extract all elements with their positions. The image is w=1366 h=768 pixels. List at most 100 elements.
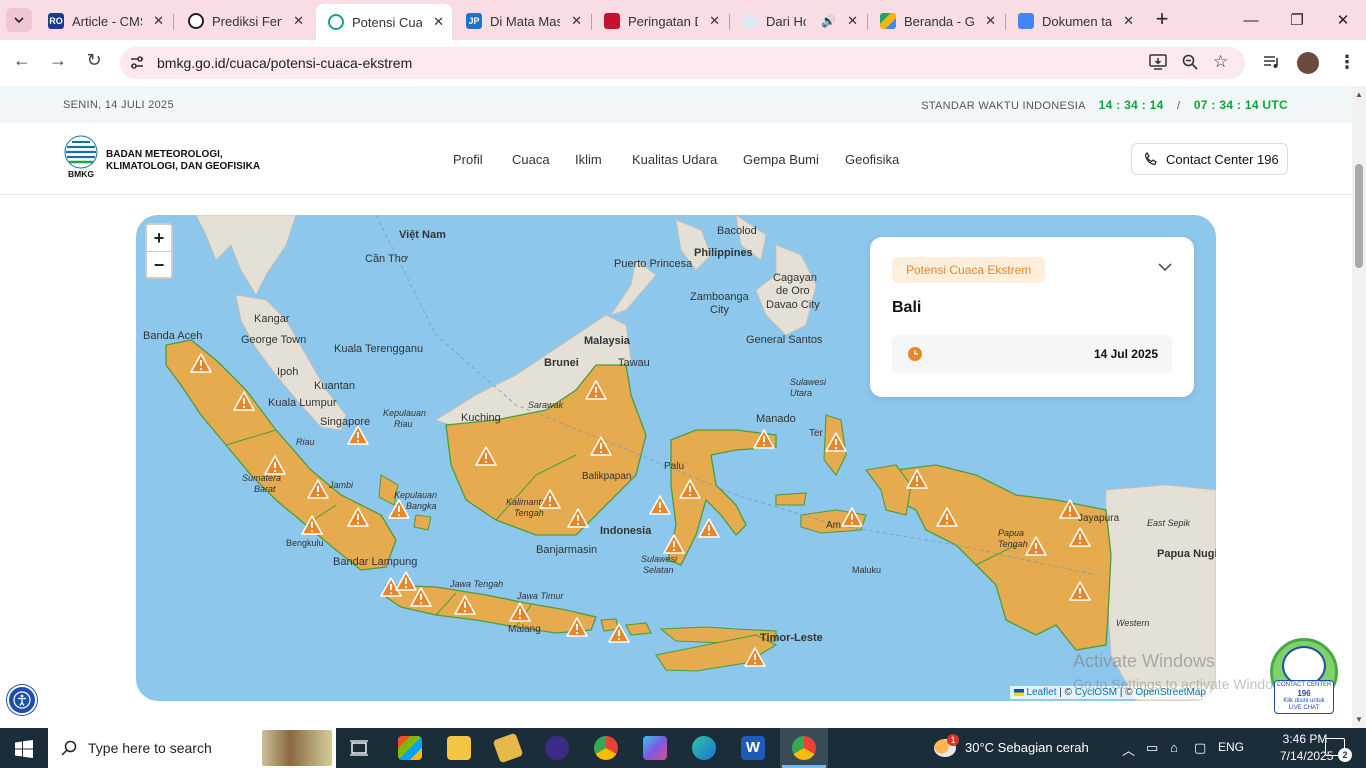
warning-marker-icon[interactable] — [566, 617, 588, 637]
warning-marker-icon[interactable] — [1025, 536, 1047, 556]
edge-icon[interactable] — [692, 736, 716, 760]
tab-close-icon[interactable]: ✕ — [293, 13, 304, 29]
tab-dari-hong[interactable]: Dari Hong 🔊 ✕ — [730, 6, 866, 36]
close-window-button[interactable]: ✕ — [1320, 0, 1366, 40]
nav-profil[interactable]: Profil — [453, 152, 483, 167]
windows-start-icon[interactable] — [15, 740, 33, 758]
m365-icon[interactable] — [643, 736, 667, 760]
minimize-button[interactable]: — — [1228, 0, 1274, 40]
warning-marker-icon[interactable] — [1069, 527, 1091, 547]
warning-marker-icon[interactable] — [388, 499, 410, 519]
warning-marker-icon[interactable] — [567, 508, 589, 528]
nav-iklim[interactable]: Iklim — [575, 152, 602, 167]
warning-marker-icon[interactable] — [649, 495, 671, 515]
warning-marker-icon[interactable] — [509, 602, 531, 622]
zoom-in-button[interactable]: + — [147, 225, 171, 251]
chrome-profile-icon[interactable] — [792, 736, 816, 760]
warning-marker-icon[interactable] — [825, 432, 847, 452]
file-explorer-icon[interactable] — [447, 736, 471, 760]
nav-cuaca[interactable]: Cuaca — [512, 152, 550, 167]
weather-text[interactable]: 30°C Sebagian cerah — [965, 740, 1089, 755]
tab-google-drive[interactable]: Beranda - Google Drive ✕ — [868, 6, 1004, 36]
profile-avatar[interactable] — [1297, 52, 1319, 74]
warning-marker-icon[interactable] — [475, 446, 497, 466]
warning-marker-icon[interactable] — [307, 479, 329, 499]
task-view-icon[interactable] — [350, 740, 368, 756]
taskbar-search[interactable]: Type here to search — [48, 728, 336, 768]
warning-marker-icon[interactable] — [679, 479, 701, 499]
warning-marker-icon[interactable] — [585, 380, 607, 400]
bmkg-logo[interactable]: BMKG — [64, 135, 98, 179]
chevron-up-icon[interactable]: ︿ — [1122, 740, 1135, 759]
tab-close-icon[interactable]: ✕ — [571, 13, 582, 29]
nav-geofisika[interactable]: Geofisika — [845, 152, 899, 167]
restore-button[interactable]: ❐ — [1274, 0, 1320, 40]
warning-marker-icon[interactable] — [590, 436, 612, 456]
tab-close-icon[interactable]: ✕ — [433, 14, 444, 30]
warning-marker-icon[interactable] — [264, 455, 286, 475]
nav-kualitas-udara[interactable]: Kualitas Udara — [632, 152, 717, 167]
zoom-out-button[interactable]: − — [147, 251, 171, 277]
speaker-icon[interactable]: 🔊 — [821, 14, 836, 28]
scrollbar-thumb[interactable] — [1355, 164, 1363, 268]
warning-marker-icon[interactable] — [608, 623, 630, 643]
warning-marker-icon[interactable] — [454, 595, 476, 615]
brand-name[interactable]: BADAN METEOROLOGI, KLIMATOLOGI, DAN GEOF… — [106, 149, 260, 173]
extreme-weather-map[interactable]: + − Việt Nam Cần Thơ Philippines Bacolod… — [136, 215, 1216, 701]
tab-dokumen[interactable]: Dokumen tanpa judul ✕ — [1006, 6, 1142, 36]
warning-marker-icon[interactable] — [410, 587, 432, 607]
network-icon[interactable]: ⌂ — [1170, 740, 1178, 755]
tab-di-mata[interactable]: JP Di Mata Masyarakat ✕ — [454, 6, 590, 36]
word-icon[interactable]: W — [741, 736, 765, 760]
site-settings-icon[interactable] — [129, 55, 145, 71]
warning-marker-icon[interactable] — [841, 507, 863, 527]
new-tab-button[interactable]: + — [1150, 8, 1174, 32]
nav-gempa-bumi[interactable]: Gempa Bumi — [743, 152, 819, 167]
tab-prediksi[interactable]: Prediksi Fenomena ✕ — [176, 6, 312, 36]
opera-icon[interactable] — [545, 736, 569, 760]
browser-menu-icon[interactable]: ⋮ — [1338, 52, 1356, 73]
tab-close-icon[interactable]: ✕ — [1123, 13, 1134, 29]
tab-close-icon[interactable]: ✕ — [985, 13, 996, 29]
warning-marker-icon[interactable] — [663, 534, 685, 554]
accessibility-button[interactable] — [7, 685, 37, 715]
page-scrollbar[interactable]: ▲ ▼ — [1352, 86, 1366, 728]
warning-marker-icon[interactable] — [347, 425, 369, 445]
warning-marker-icon[interactable] — [539, 489, 561, 509]
warning-marker-icon[interactable] — [744, 647, 766, 667]
language-indicator[interactable]: ENG — [1218, 740, 1244, 754]
warning-marker-icon[interactable] — [753, 429, 775, 449]
warning-marker-icon[interactable] — [190, 353, 212, 373]
reload-button[interactable]: ↻ — [80, 50, 108, 71]
bookmark-star-icon[interactable]: ☆ — [1213, 52, 1228, 72]
tab-article-cms[interactable]: RO Article - CMS ✕ — [36, 6, 172, 36]
zoom-icon[interactable] — [1182, 54, 1198, 70]
back-button[interactable]: ← — [8, 50, 36, 71]
chevron-down-icon[interactable] — [1158, 263, 1172, 271]
clock[interactable]: 3:46 PM 7/14/2025 — [1280, 731, 1333, 765]
install-app-icon[interactable] — [1149, 54, 1167, 70]
microsoft-store-icon[interactable] — [398, 736, 422, 760]
tab-close-icon[interactable]: ✕ — [709, 13, 720, 29]
warning-marker-icon[interactable] — [906, 469, 928, 489]
warning-marker-icon[interactable] — [936, 507, 958, 527]
warning-marker-icon[interactable] — [233, 391, 255, 411]
scroll-up-arrow[interactable]: ▲ — [1355, 90, 1363, 99]
warning-marker-icon[interactable] — [1069, 581, 1091, 601]
sticky-notes-icon[interactable] — [492, 732, 524, 764]
scroll-down-arrow[interactable]: ▼ — [1355, 715, 1363, 724]
live-chat-mascot[interactable]: CONTACT CENTER 196 Klik disini untuk LIV… — [1268, 636, 1340, 714]
warning-marker-icon[interactable] — [698, 518, 720, 538]
tab-search-button[interactable] — [6, 8, 32, 32]
warning-marker-icon[interactable] — [347, 507, 369, 527]
tab-close-icon[interactable]: ✕ — [847, 13, 858, 29]
warning-marker-icon[interactable] — [301, 515, 323, 535]
tab-potensi-cuaca[interactable]: Potensi Cuaca ✕ — [316, 4, 452, 40]
forward-button[interactable]: → — [44, 50, 72, 71]
tab-close-icon[interactable]: ✕ — [153, 13, 164, 29]
meet-now-icon[interactable]: ▭ — [1146, 740, 1158, 756]
warning-marker-icon[interactable] — [1059, 499, 1081, 519]
media-control-icon[interactable] — [1263, 55, 1281, 69]
chrome-icon[interactable] — [594, 736, 618, 760]
tab-peringatan[interactable]: Peringatan Dini ✕ — [592, 6, 728, 36]
